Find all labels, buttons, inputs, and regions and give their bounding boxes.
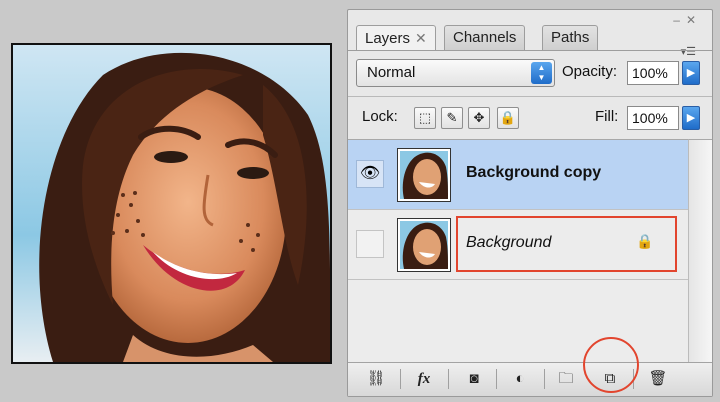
toolbar-divider	[544, 369, 545, 389]
fill-slider-button[interactable]: ▶	[682, 106, 700, 130]
panel-menu-icon[interactable]: ▾☰	[681, 45, 696, 58]
portrait-image	[13, 45, 330, 362]
tab-channels[interactable]: Channels	[444, 25, 526, 50]
toolbar-divider	[496, 369, 497, 389]
lock-all-icon[interactable]: 🔒	[497, 107, 519, 129]
layer-lock-icon: 🔒	[636, 233, 654, 249]
lock-image-brush-icon[interactable]: ✎	[441, 107, 463, 129]
layers-panel: –✕ Layers ✕ Channels Paths ▾☰ Normal ▲ ▼ O…	[347, 9, 713, 397]
toolbar-divider	[400, 369, 401, 389]
fill-label: Fill:	[595, 108, 619, 125]
layers-bottom-toolbar: ⛓ fx ◙ ◐ 🗀 ⧉ 🗑	[348, 362, 712, 396]
lock-position-move-icon[interactable]: ✥	[468, 107, 490, 129]
layers-list: 👁 Background copy Background 🔒	[348, 139, 688, 366]
select-arrows-icon: ▲ ▼	[531, 62, 552, 84]
layer-row-background[interactable]: Background 🔒	[348, 210, 688, 280]
tab-paths-label: Paths	[551, 29, 590, 46]
blend-mode-select[interactable]: Normal ▲ ▼	[356, 59, 555, 87]
eye-visibility-icon[interactable]: 👁	[356, 160, 384, 188]
fx-icon[interactable]: fx	[406, 367, 442, 391]
lock-label: Lock:	[362, 108, 398, 125]
tab-close-icon[interactable]: ✕	[415, 30, 427, 46]
tab-layers[interactable]: Layers ✕	[356, 25, 436, 51]
tab-divider	[348, 50, 712, 51]
tab-channels-label: Channels	[453, 29, 517, 46]
folder-icon[interactable]: 🗀	[548, 367, 584, 391]
toolbar-divider	[448, 369, 449, 389]
blend-mode-value: Normal	[367, 64, 416, 81]
opacity-slider-button[interactable]: ▶	[682, 61, 700, 85]
opacity-label: Opacity:	[562, 63, 618, 80]
panel-tabs: Layers ✕ Channels Paths ▾☰	[356, 25, 704, 58]
layer-thumbnail[interactable]	[397, 218, 451, 272]
lock-transparency-icon[interactable]: ⬚	[414, 107, 436, 129]
adjustment-icon[interactable]: ◐	[502, 367, 538, 391]
layer-thumbnail[interactable]	[397, 148, 451, 202]
layer-row-background-copy[interactable]: 👁 Background copy	[348, 140, 688, 210]
visibility-toggle-empty[interactable]	[356, 230, 384, 258]
mask-icon[interactable]: ◙	[456, 367, 492, 391]
layer-name[interactable]: Background copy	[466, 164, 601, 182]
opacity-field[interactable]: 100%	[627, 61, 679, 85]
link-icon[interactable]: ⛓	[358, 367, 394, 391]
tab-paths[interactable]: Paths	[542, 25, 599, 50]
trash-icon[interactable]: 🗑	[640, 367, 676, 391]
tab-layers-label: Layers	[365, 30, 411, 47]
annotation-circle	[583, 337, 639, 393]
photo-canvas	[11, 43, 332, 364]
layer-name[interactable]: Background	[466, 234, 551, 252]
layers-scrollbar[interactable]	[688, 139, 712, 365]
fill-field[interactable]: 100%	[627, 106, 679, 130]
options-divider	[348, 96, 712, 97]
